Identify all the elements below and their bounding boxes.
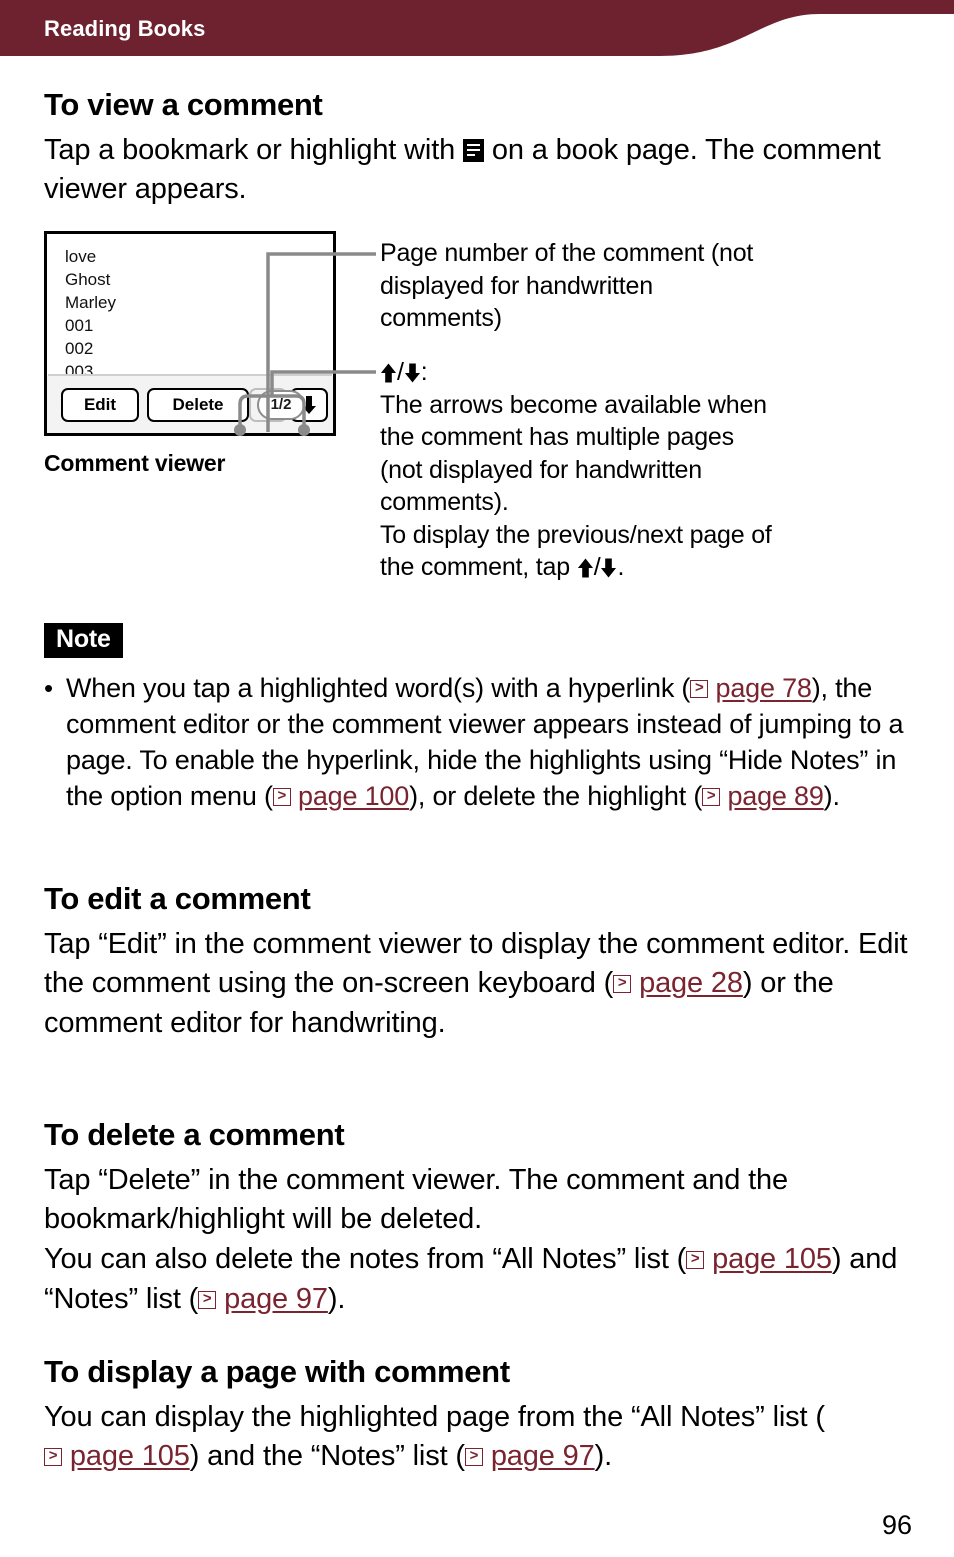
list-item: Marley <box>65 292 117 312</box>
page-reference-97-b[interactable]: > page 97 <box>464 1440 595 1473</box>
illustration-caption: Comment viewer <box>44 450 226 476</box>
note-text-1: When you tap a highlighted word(s) with … <box>66 673 691 703</box>
up-arrow-icon <box>380 363 397 383</box>
callout-arrows-body2-end: . <box>617 553 625 581</box>
display-text-1: You can display the highlighted page fro… <box>44 1400 825 1433</box>
delete-text-4: ). <box>327 1282 346 1315</box>
heading-edit-comment: To edit a comment <box>44 881 311 916</box>
down-arrow-icon <box>404 363 420 383</box>
list-item: 001 <box>65 315 94 335</box>
section-edit-comment: To edit a comment Tap “Edit” in the comm… <box>44 881 916 1044</box>
note-text-3: ), or delete the highlight ( <box>409 780 703 811</box>
page-reference-97-label: page 97 <box>224 1282 328 1315</box>
reference-arrow-icon: > <box>702 787 721 806</box>
view-comment-text-before: Tap a bookmark or highlight with <box>44 133 463 166</box>
reference-arrow-icon: > <box>613 975 632 994</box>
page-indicator: 1/2 <box>257 390 305 420</box>
reference-arrow-icon: > <box>44 1448 62 1467</box>
reference-arrow-icon: > <box>464 1448 483 1467</box>
section-delete-comment: To delete a comment Tap “Delete” in the … <box>44 1117 916 1320</box>
toolbar-divider <box>48 374 332 376</box>
paragraph-view-comment: Tap a bookmark or highlight with on a bo… <box>44 131 916 210</box>
page-reference-105-b[interactable]: > page 105 <box>44 1440 190 1472</box>
note-text-4: ). <box>823 780 840 811</box>
page-reference-100[interactable]: > page 100 <box>272 780 410 811</box>
callout-page-number: Page number of the comment (not displaye… <box>380 239 754 332</box>
note-label: Note <box>44 623 123 658</box>
reference-arrow-icon: > <box>272 787 291 806</box>
section-display-page: To display a page with comment You can d… <box>44 1354 916 1477</box>
reference-arrow-icon: > <box>198 1290 217 1309</box>
page-reference-28-label: page 28 <box>639 967 743 1000</box>
list-item: Ghost <box>65 269 111 289</box>
delete-text-2: You can also delete the notes from “All … <box>44 1243 687 1276</box>
page-reference-105-label: page 105 <box>712 1243 832 1276</box>
page-title: Reading Books <box>44 16 206 41</box>
page-reference-105-b-label: page 105 <box>69 1440 190 1473</box>
delete-button[interactable]: Delete <box>147 388 249 422</box>
callout-arrows-colon: : <box>420 358 428 386</box>
page-header: Reading Books <box>0 0 954 58</box>
page-reference-89[interactable]: > page 89 <box>702 781 824 811</box>
up-arrow-icon <box>577 558 593 578</box>
down-arrow-icon <box>601 558 617 578</box>
heading-display-page: To display a page with comment <box>44 1354 510 1389</box>
reference-arrow-icon: > <box>690 680 709 698</box>
comment-note-icon <box>463 138 484 162</box>
section-view-comment: To view a comment Tap a bookmark or high… <box>44 87 916 210</box>
paragraph-display-page: You can display the highlighted page fro… <box>44 1398 916 1477</box>
note-bullet-item: • When you tap a highlighted word(s) wit… <box>44 671 912 815</box>
footer-page-number: 96 <box>881 1510 912 1540</box>
note-bullet-text: When you tap a highlighted word(s) with … <box>66 671 912 815</box>
callout-arrows-body2: To display the previous/next page of the… <box>380 520 772 582</box>
comment-viewer-illustration: love Ghost Marley 001 002 003 004 house … <box>44 231 336 436</box>
list-item: love <box>65 247 97 266</box>
callout-arrows-glyph-line: /: <box>380 356 780 389</box>
page-reference-105[interactable]: > page 105 <box>686 1243 832 1275</box>
callout-arrows-body1: The arrows become available when the com… <box>380 390 767 517</box>
paragraph-delete-comment-2: You can also delete the notes from “All … <box>44 1240 916 1319</box>
page-reference-97[interactable]: > page 97 <box>198 1283 328 1315</box>
list-item: 002 <box>65 338 94 358</box>
note-body: • When you tap a highlighted word(s) wit… <box>44 671 912 815</box>
display-text-2: ) and the “Notes” list ( <box>189 1440 465 1473</box>
paragraph-delete-comment-1: Tap “Delete” in the comment viewer. The … <box>44 1163 788 1236</box>
page-reference-78-label: page 78 <box>715 673 812 703</box>
heading-view-comment: To view a comment <box>44 87 323 122</box>
display-text-3: ). <box>594 1440 613 1473</box>
heading-delete-comment: To delete a comment <box>44 1117 345 1152</box>
edit-button[interactable]: Edit <box>61 388 139 422</box>
page-reference-28[interactable]: > page 28 <box>613 967 743 999</box>
page-reference-78[interactable]: > page 78 <box>690 673 812 703</box>
reference-arrow-icon: > <box>686 1251 705 1270</box>
page-reference-89-label: page 89 <box>727 780 824 811</box>
page-reference-97-b-label: page 97 <box>490 1440 595 1473</box>
callout-arrows: /: The arrows become available when the … <box>380 356 780 584</box>
bullet-marker: • <box>44 673 54 703</box>
paragraph-edit-comment: Tap “Edit” in the comment viewer to disp… <box>44 925 916 1044</box>
page-reference-100-label: page 100 <box>298 780 410 811</box>
